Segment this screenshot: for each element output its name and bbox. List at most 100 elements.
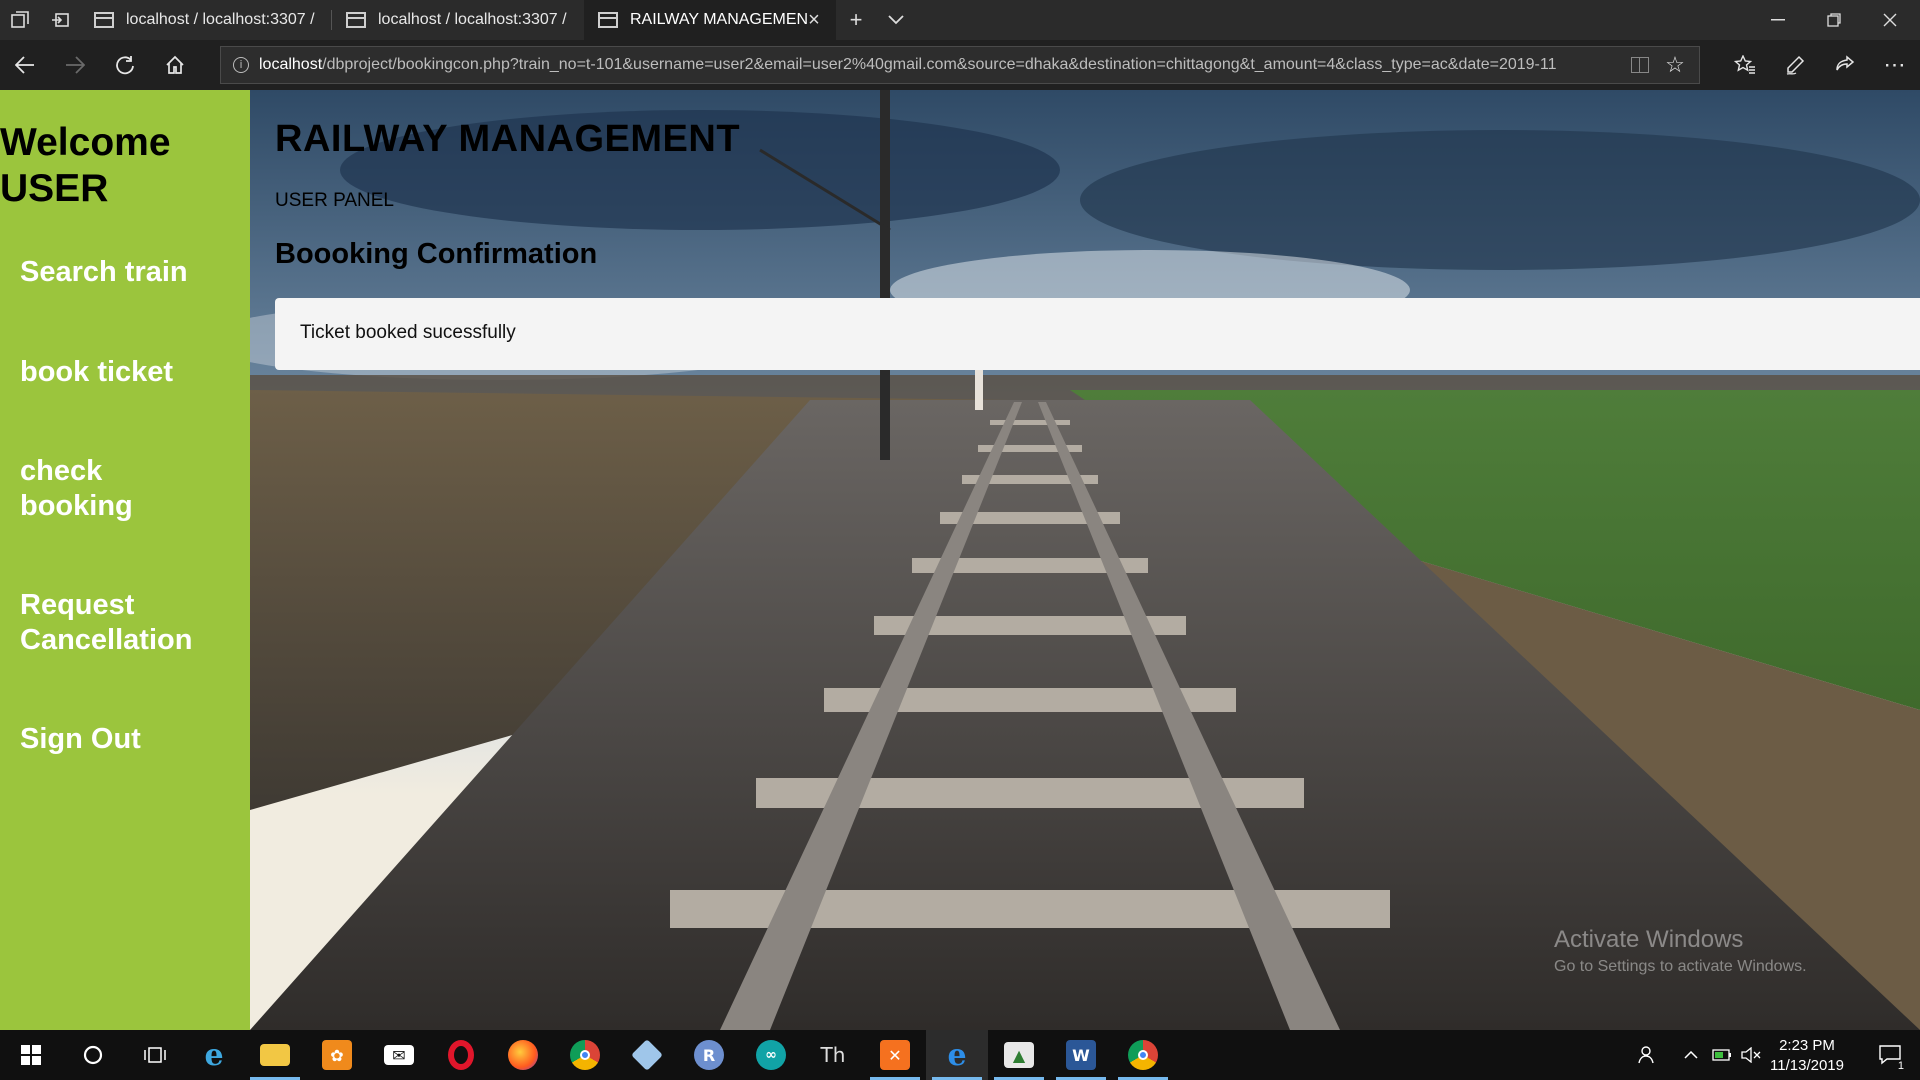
share-icon	[1836, 55, 1855, 71]
browser-toolbar: i localhost/dbproject/bookingcon.php?tra…	[0, 40, 1920, 90]
back-button[interactable]	[5, 45, 45, 85]
tab-localhost-1[interactable]: localhost / localhost:3307 /	[80, 0, 332, 40]
start-button[interactable]	[0, 1030, 62, 1080]
reading-view-icon[interactable]	[1631, 57, 1649, 73]
home-icon	[166, 55, 184, 74]
tabs-restore-icon	[52, 13, 69, 27]
battery-button[interactable]	[1708, 1030, 1736, 1080]
sidebar-link-check-booking[interactable]: check booking	[20, 454, 170, 524]
confirmation-message: Ticket booked sucessfully	[300, 322, 516, 343]
home-button[interactable]	[155, 45, 195, 85]
taskbar-opera[interactable]	[430, 1030, 492, 1080]
page-viewport: Welcome USER Search train book ticket ch…	[0, 90, 1920, 1030]
url-path: /dbproject/bookingcon.php?train_no=t-101…	[322, 56, 1557, 73]
sidebar-link-search-train[interactable]: Search train	[20, 255, 245, 290]
activation-watermark-subtitle: Go to Settings to activate Windows.	[1554, 958, 1807, 975]
tab-label: RAILWAY MANAGEMEN	[630, 11, 809, 28]
info-icon[interactable]: i	[233, 57, 249, 73]
close-window-button[interactable]	[1862, 0, 1918, 40]
taskbar-word[interactable]: W	[1050, 1030, 1112, 1080]
sidebar-link-book-ticket[interactable]: book ticket	[20, 355, 245, 390]
taskbar-app-orange[interactable]: ✿	[306, 1030, 368, 1080]
address-bar[interactable]: i localhost/dbproject/bookingcon.php?tra…	[220, 46, 1700, 84]
confirmation-message-box: Ticket booked sucessfully	[275, 298, 1920, 370]
people-icon	[1638, 1046, 1654, 1064]
taskbar-chrome-2[interactable]	[1112, 1030, 1174, 1080]
cortana-button[interactable]	[62, 1030, 124, 1080]
search-circle-icon	[83, 1045, 103, 1065]
restore-button[interactable]	[1806, 0, 1862, 40]
minimize-button[interactable]	[1750, 0, 1806, 40]
tab-label: localhost / localhost:3307 /	[126, 11, 315, 28]
url-text[interactable]: localhost/dbproject/bookingcon.php?train…	[259, 56, 1617, 74]
main-content: RAILWAY MANAGEMENT USER PANEL Boooking C…	[250, 90, 1920, 1030]
windows-logo-icon	[21, 1045, 41, 1065]
arduino-icon: ∞	[756, 1040, 786, 1070]
browser-tab-strip: localhost / localhost:3307 / localhost /…	[0, 0, 1920, 40]
taskbar-file-explorer[interactable]	[244, 1030, 306, 1080]
arrow-left-icon	[15, 56, 34, 74]
show-hidden-icons-button[interactable]	[1676, 1030, 1706, 1080]
taskbar-virtualbox[interactable]	[616, 1030, 678, 1080]
forward-button[interactable]	[55, 45, 95, 85]
image-app-icon: ▲	[1004, 1042, 1034, 1068]
sidebar: Welcome USER Search train book ticket ch…	[0, 90, 250, 1030]
clock-time: 2:23 PM	[1779, 1037, 1835, 1054]
railway-background-image	[250, 90, 1920, 1030]
url-host: localhost	[259, 56, 323, 73]
page-icon	[598, 12, 618, 28]
folder-icon	[260, 1044, 290, 1066]
tab-preview-button[interactable]	[876, 0, 916, 40]
restore-icon	[1827, 13, 1841, 27]
more-icon: ⋯	[1883, 52, 1907, 77]
minimize-icon	[1771, 19, 1785, 21]
firefox-icon	[508, 1040, 538, 1070]
star-icon[interactable]: ☆	[1663, 52, 1687, 78]
more-button[interactable]: ⋯	[1875, 45, 1915, 85]
system-clock[interactable]: 2:23 PM 11/13/2019	[1760, 1036, 1854, 1076]
people-button[interactable]	[1630, 1030, 1666, 1080]
activation-watermark-title: Activate Windows	[1554, 926, 1744, 953]
taskbar-ie[interactable]: e	[183, 1030, 245, 1080]
taskbar-chrome-1[interactable]	[554, 1030, 616, 1080]
welcome-user: USER	[0, 167, 109, 210]
taskbar: e ✿ ✉ R ∞ Th ✕ e ▲ W 2:23 PM 11/13/2019 …	[0, 1030, 1920, 1080]
share-button[interactable]	[1825, 45, 1865, 85]
tab-localhost-2[interactable]: localhost / localhost:3307 /	[332, 0, 584, 40]
set-tabs-aside-button[interactable]	[40, 0, 80, 40]
volume-muted-icon	[1741, 1047, 1761, 1063]
page-icon	[346, 12, 366, 28]
task-view-button[interactable]	[124, 1030, 186, 1080]
close-icon[interactable]: ×	[804, 10, 824, 30]
taskbar-mail[interactable]: ✉	[368, 1030, 430, 1080]
refresh-icon	[116, 56, 134, 75]
edge-icon: e	[947, 1037, 967, 1073]
tab-label: localhost / localhost:3307 /	[378, 11, 567, 28]
taskbar-image-app[interactable]: ▲	[988, 1030, 1050, 1080]
taskbar-firefox[interactable]	[492, 1030, 554, 1080]
section-title: Boooking Confirmation	[275, 238, 598, 270]
notification-count: 1	[1895, 1060, 1906, 1072]
taskbar-edge[interactable]: e	[926, 1030, 988, 1080]
refresh-button[interactable]	[105, 45, 145, 85]
page-title: RAILWAY MANAGEMENT	[275, 118, 741, 160]
taskbar-r[interactable]: R	[678, 1030, 740, 1080]
plus-icon: +	[849, 7, 863, 32]
action-center-button[interactable]: 1	[1860, 1030, 1920, 1080]
taskbar-arduino[interactable]: ∞	[740, 1030, 802, 1080]
set-aside-tabs-button[interactable]	[0, 0, 40, 40]
arrow-right-icon	[66, 56, 85, 74]
word-icon: W	[1066, 1040, 1096, 1070]
sidebar-link-sign-out[interactable]: Sign Out	[20, 722, 245, 757]
sidebar-link-request-cancellation[interactable]: Request Cancellation	[20, 588, 245, 658]
new-tab-button[interactable]: +	[836, 0, 876, 40]
chevron-down-icon	[888, 15, 904, 25]
taskbar-typora[interactable]: Th	[802, 1030, 864, 1080]
taskbar-xampp[interactable]: ✕	[864, 1030, 926, 1080]
page-icon	[94, 12, 114, 28]
internet-explorer-icon: e	[204, 1037, 224, 1073]
web-note-button[interactable]	[1775, 45, 1815, 85]
mail-icon: ✉	[384, 1045, 414, 1065]
tab-railway-management[interactable]: RAILWAY MANAGEMEN ×	[584, 0, 836, 40]
favorites-button[interactable]	[1725, 45, 1765, 85]
